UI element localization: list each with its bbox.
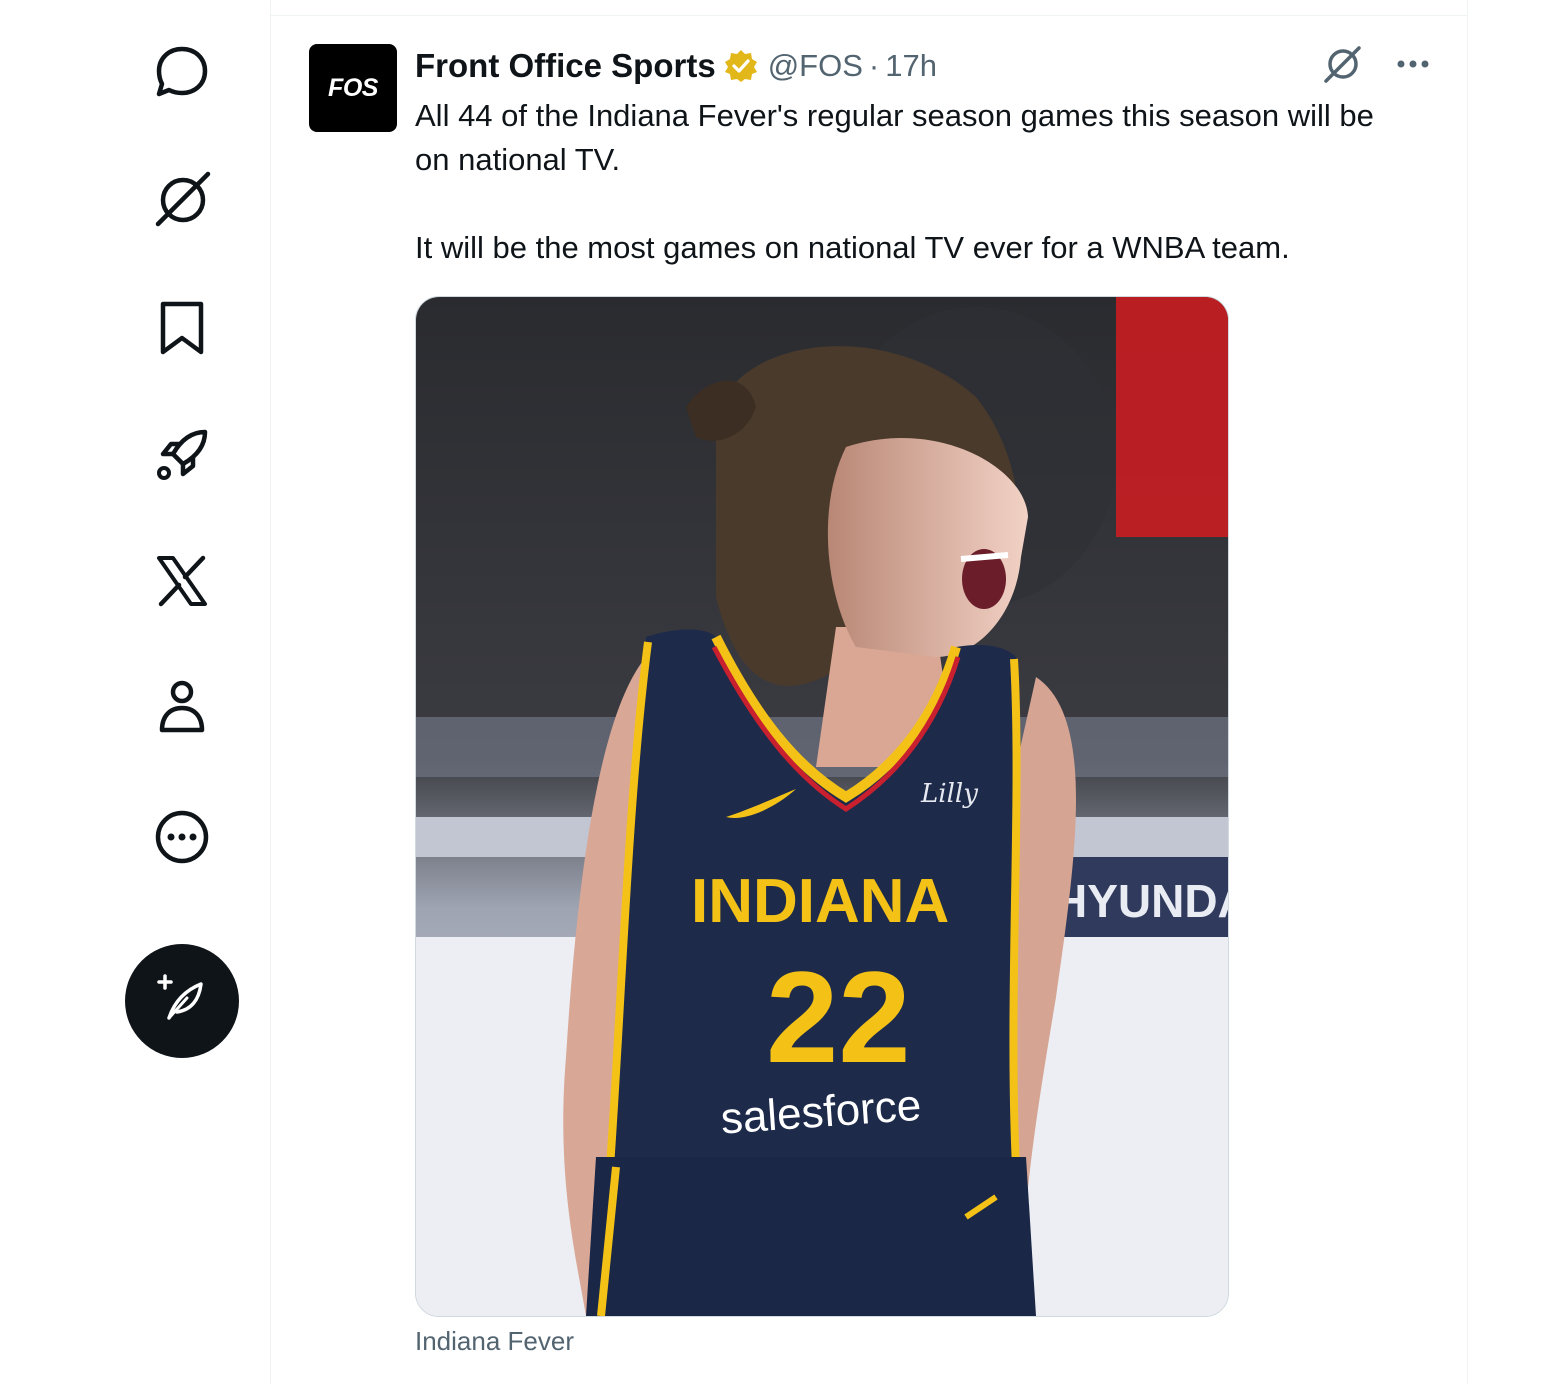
avatar[interactable]: FOS <box>309 44 397 132</box>
app: FOS Front Office Sports @FOS · 17h All 4… <box>0 0 1542 1384</box>
sidebar-item-bookmarks[interactable] <box>122 278 242 378</box>
person-icon <box>155 678 209 736</box>
media-caption: Indiana Fever <box>415 1326 574 1356</box>
more-circle-icon <box>152 807 212 867</box>
sidebar-item-jobs[interactable] <box>122 405 242 505</box>
tweet-header: Front Office Sports @FOS · 17h <box>415 44 937 88</box>
jersey-team-text: INDIANA <box>691 867 949 936</box>
timeline-column: FOS Front Office Sports @FOS · 17h All 4… <box>270 0 1468 1384</box>
more-options-icon[interactable] <box>1395 57 1431 75</box>
feather-plus-icon <box>155 972 209 1031</box>
divider <box>271 15 1467 16</box>
sidebar-item-grok[interactable] <box>122 150 242 250</box>
tweet-paragraph: All 44 of the Indiana Fever's regular se… <box>415 98 1374 177</box>
compose-post-button[interactable] <box>125 944 239 1058</box>
handle[interactable]: @FOS <box>768 48 863 84</box>
bookmark-icon <box>154 298 210 358</box>
avatar-logo-text: FOS <box>328 73 378 102</box>
tweet-paragraph: It will be the most games on national TV… <box>415 230 1290 265</box>
rocket-icon <box>151 424 213 486</box>
verified-badge-icon <box>724 49 758 83</box>
separator: · <box>868 48 880 83</box>
arena-ad-text: HYUNDAI <box>1054 875 1228 927</box>
jersey-number-text: 22 <box>766 944 911 1090</box>
grok-icon[interactable] <box>1321 42 1365 91</box>
tweet-text: All 44 of the Indiana Fever's regular se… <box>415 94 1415 270</box>
tweet-media-photo[interactable]: HYUNDAI <box>415 296 1229 1317</box>
display-name[interactable]: Front Office Sports <box>415 47 716 85</box>
sidebar <box>0 0 270 1384</box>
sidebar-item-premium[interactable] <box>122 531 242 631</box>
sidebar-item-more[interactable] <box>122 787 242 887</box>
sidebar-item-profile[interactable] <box>122 657 242 757</box>
grok-icon <box>150 168 214 232</box>
x-logo-icon <box>155 554 209 608</box>
jersey-patch-text: Lilly <box>920 779 978 809</box>
chat-bubble-icon <box>152 42 212 102</box>
tweet-actions <box>1321 44 1431 88</box>
sidebar-item-messages[interactable] <box>122 22 242 122</box>
timestamp[interactable]: 17h <box>885 48 937 84</box>
